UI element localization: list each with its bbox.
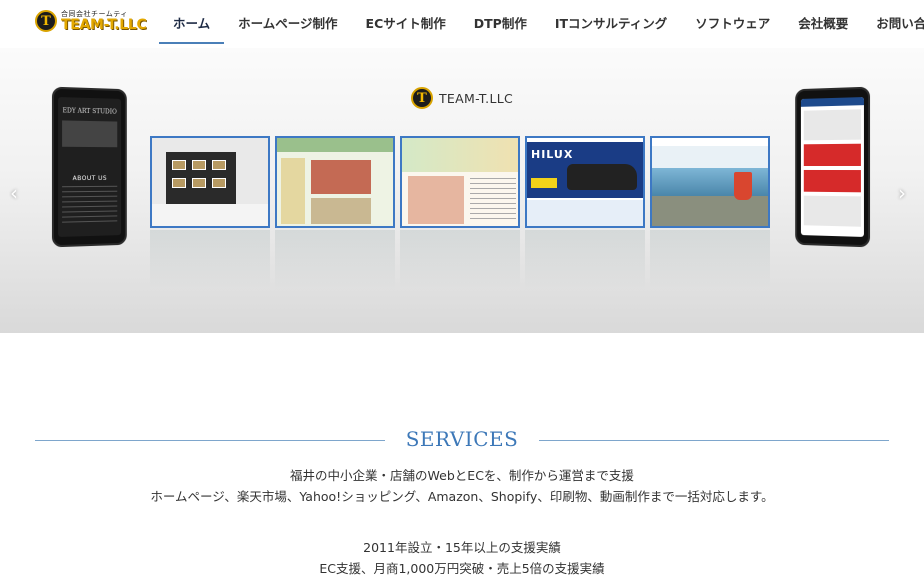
services-line-3: 2011年設立・15年以上の支援実績 xyxy=(363,540,561,555)
slide-header xyxy=(277,138,393,152)
nav-item-dtp[interactable]: DTP制作 xyxy=(460,0,541,44)
hero-slider: T TEAM-T.LLC ‹ › EDY ART STUDIO ABOUT US xyxy=(0,48,924,333)
phone-right-image xyxy=(803,109,861,141)
phone-left-title: EDY ART STUDIO xyxy=(62,107,117,116)
slide-reflection xyxy=(525,230,645,290)
services-achievements: 2011年設立・15年以上の支援実績 EC支援、月商1,000万円突破・売上5倍… xyxy=(0,537,924,578)
slide-car-site[interactable]: HILUX xyxy=(525,136,645,228)
nav-item-it-consulting[interactable]: ITコンサルティング xyxy=(541,0,681,44)
services-title: SERVICES xyxy=(405,427,519,451)
slide-text-lines xyxy=(470,178,516,222)
phone-right-header xyxy=(800,97,864,107)
nav-item-company[interactable]: 会社概要 xyxy=(784,0,862,44)
main-nav: ホーム ホームページ制作 ECサイト制作 DTP制作 ITコンサルティング ソフ… xyxy=(159,0,924,44)
slide-shop-site[interactable] xyxy=(275,136,395,228)
slide-frame xyxy=(192,178,206,188)
slide-image xyxy=(408,176,464,224)
slide-image xyxy=(311,160,371,194)
slide-drink-image xyxy=(734,172,752,200)
slide-frame xyxy=(212,178,226,188)
services-divider-left xyxy=(35,440,385,441)
phone-right-banner xyxy=(803,143,861,167)
slide-sky xyxy=(652,146,768,168)
site-logo[interactable]: T 合同会社チームティ TEAM-T.LLC xyxy=(35,10,147,32)
nav-item-homepage[interactable]: ホームページ制作 xyxy=(224,0,351,44)
slide-reflection xyxy=(275,230,395,290)
services-intro: 福井の中小企業・店舗のWebとECを、制作から運営まで支援 ホームページ、楽天市… xyxy=(0,465,924,507)
slide-gallery-site[interactable] xyxy=(150,136,270,228)
slide-frame xyxy=(172,160,186,170)
nav-item-software[interactable]: ソフトウェア xyxy=(681,0,784,44)
logo-brand: TEAM-T.LLC xyxy=(61,16,147,33)
slide-reflection xyxy=(400,230,520,290)
phone-mockup-left[interactable]: EDY ART STUDIO ABOUT US xyxy=(51,86,127,248)
slide-sidebar xyxy=(281,158,305,224)
logo-t-icon: T xyxy=(35,10,57,32)
chevron-right-icon[interactable]: › xyxy=(898,181,906,205)
slide-frame xyxy=(212,160,226,170)
services-line-4: EC支援、月商1,000万円突破・売上5倍の支援実績 xyxy=(319,561,605,576)
slide-table xyxy=(152,204,268,226)
services-line-1: 福井の中小企業・店舗のWebとECを、制作から運営まで支援 xyxy=(290,468,634,483)
phone-right-image xyxy=(803,195,861,227)
slide-food-site[interactable] xyxy=(400,136,520,228)
hero-logo-text: TEAM-T.LLC xyxy=(439,90,514,106)
phone-left-image xyxy=(62,120,118,148)
phone-left-about: ABOUT US xyxy=(72,174,108,183)
slide-frame xyxy=(172,178,186,188)
slide-reflection xyxy=(650,230,770,290)
phone-screen-left: EDY ART STUDIO ABOUT US xyxy=(58,97,122,237)
phone-screen-right xyxy=(800,97,864,237)
hero-logo: T TEAM-T.LLC xyxy=(411,87,513,109)
slide-land xyxy=(652,196,768,226)
slide-header xyxy=(402,138,518,172)
nav-item-ec-site[interactable]: ECサイト制作 xyxy=(352,0,460,44)
slide-image xyxy=(311,198,371,224)
slide-car-image xyxy=(567,164,637,190)
slide-footer xyxy=(527,200,643,226)
services-line-2: ホームページ、楽天市場、Yahoo!ショッピング、Amazon、Shopify、… xyxy=(150,489,774,504)
slide-badge xyxy=(531,178,557,188)
phone-right-banner xyxy=(803,169,861,193)
nav-item-contact[interactable]: お問い合わせ xyxy=(862,0,924,44)
slide-hilux-text: HILUX xyxy=(531,148,574,161)
slide-cafe-site[interactable] xyxy=(650,136,770,228)
slide-sea xyxy=(652,168,768,196)
site-header: T 合同会社チームティ TEAM-T.LLC ホーム ホームページ制作 ECサイ… xyxy=(0,0,924,48)
slide-frame xyxy=(192,160,206,170)
slide-reflection xyxy=(150,230,270,290)
nav-item-home[interactable]: ホーム xyxy=(159,0,225,44)
hero-logo-t-icon: T xyxy=(411,87,433,109)
logo-text: 合同会社チームティ TEAM-T.LLC xyxy=(61,10,147,33)
services-divider-right xyxy=(539,440,889,441)
chevron-left-icon[interactable]: ‹ xyxy=(10,181,18,205)
phone-left-text-lines xyxy=(62,185,118,227)
phone-mockup-right[interactable] xyxy=(795,86,871,248)
